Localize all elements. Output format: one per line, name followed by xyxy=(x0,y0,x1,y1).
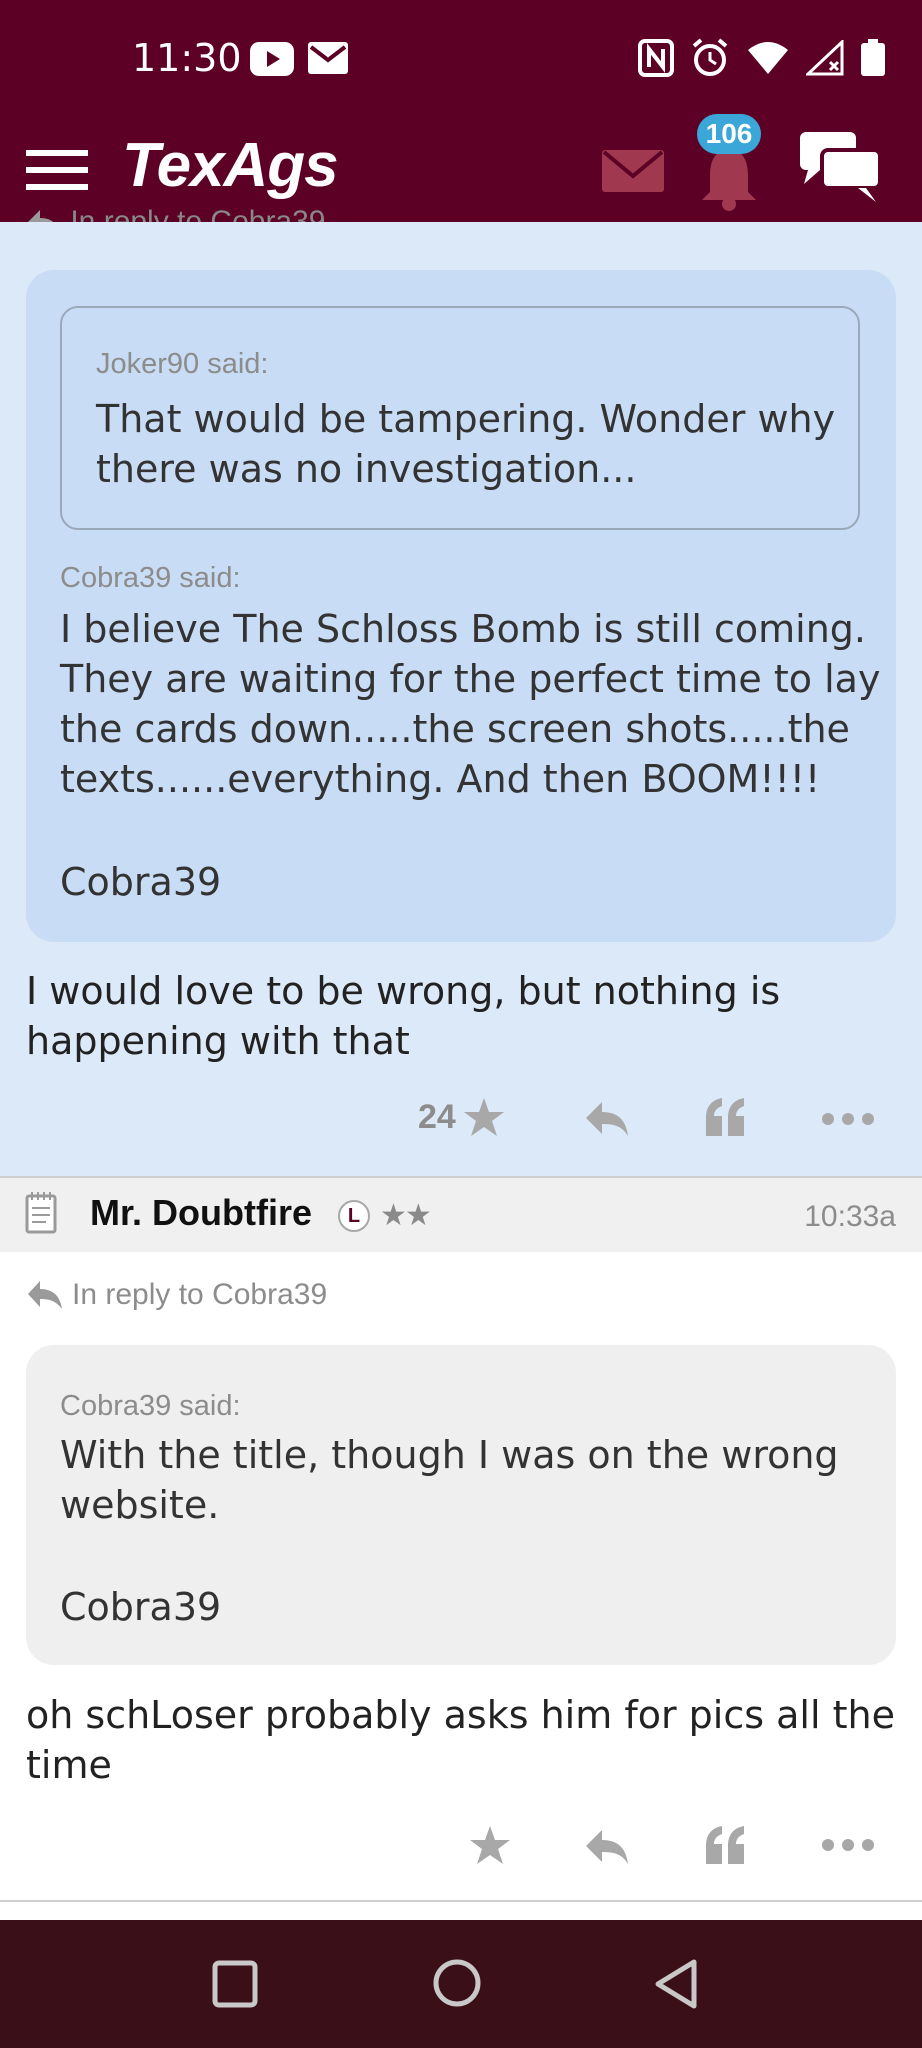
system-nav-bar xyxy=(0,1920,922,2048)
notification-count-badge[interactable]: 106 xyxy=(697,114,761,154)
status-icons-right xyxy=(638,38,886,78)
reply-arrow-icon xyxy=(28,210,53,222)
star-count: 24 xyxy=(418,1097,456,1136)
quote-text-line: I believe The Schloss Bomb is still comi… xyxy=(60,607,866,651)
star-icon[interactable] xyxy=(462,1096,506,1138)
quote-text-line: They are waiting for the perfect time to… xyxy=(60,657,881,701)
cellular-signal-icon xyxy=(806,40,844,76)
reply-to-indicator[interactable]: In reply to Cobra39 xyxy=(26,1278,327,1312)
hamburger-menu-icon[interactable] xyxy=(24,140,90,200)
lifetime-member-badge: L xyxy=(338,1200,370,1232)
quote-attribution: Cobra39 said: xyxy=(60,1390,241,1422)
home-icon[interactable] xyxy=(432,1958,482,2008)
texags-logo[interactable]: TexAgs xyxy=(122,130,339,201)
alarm-icon xyxy=(692,38,728,76)
post-body-line: time xyxy=(26,1743,112,1787)
post-body-line: oh schLoser probably asks him for pics a… xyxy=(26,1693,895,1737)
messages-icon[interactable] xyxy=(600,140,666,200)
quote-icon[interactable] xyxy=(704,1096,746,1138)
wifi-icon xyxy=(748,42,788,74)
quote-text-line: website. xyxy=(60,1483,220,1527)
back-icon[interactable] xyxy=(652,1958,700,2010)
reply-to-text: In reply to Cobra39 xyxy=(70,205,326,222)
reply-to-indicator-partial[interactable]: In reply to Cobra39 xyxy=(26,200,326,222)
status-bar: 11:30 xyxy=(0,0,922,122)
quote-text-line: With the title, though I was on the wron… xyxy=(60,1433,839,1477)
quote-icon[interactable] xyxy=(704,1824,746,1866)
reply-arrow-icon xyxy=(28,1281,62,1309)
reply-icon[interactable] xyxy=(584,1828,630,1866)
post-timestamp: 10:33a xyxy=(804,1200,896,1233)
quote-attribution: Cobra39 said: xyxy=(60,562,241,594)
more-options-icon[interactable] xyxy=(822,1838,874,1852)
quote-text-line: texts......everything. And then BOOM!!!! xyxy=(60,757,821,801)
rank-stars: ★★ xyxy=(380,1199,432,1232)
quote-attribution: Joker90 said: xyxy=(96,348,269,380)
star-icon[interactable] xyxy=(468,1824,512,1866)
status-time: 11:30 xyxy=(132,36,242,80)
battery-icon xyxy=(861,39,885,76)
post-body-line: happening with that xyxy=(26,1019,410,1063)
post-author[interactable]: Mr. Doubtfire xyxy=(90,1192,312,1234)
post-divider xyxy=(0,1900,922,1902)
status-icons-left xyxy=(250,42,348,76)
quote-signature: Cobra39 xyxy=(60,860,222,904)
recent-apps-icon[interactable] xyxy=(212,1960,258,2008)
quote-text-line: the cards down.....the screen shots.....… xyxy=(60,707,850,751)
star-action[interactable]: 24 xyxy=(418,1096,506,1138)
reply-icon[interactable] xyxy=(584,1100,630,1138)
mail-notification-icon xyxy=(308,42,348,74)
nested-quote-text: That would be tampering. Wonder why ther… xyxy=(96,397,836,491)
quote-signature: Cobra39 xyxy=(60,1585,222,1629)
post-body-line: I would love to be wrong, but nothing is xyxy=(26,969,781,1013)
reply-to-text: In reply to Cobra39 xyxy=(72,1278,328,1311)
more-options-icon[interactable] xyxy=(822,1112,874,1126)
nfc-icon xyxy=(638,39,674,77)
notepad-icon xyxy=(25,1192,57,1234)
youtube-icon xyxy=(250,42,294,76)
chat-icon[interactable] xyxy=(796,126,886,212)
